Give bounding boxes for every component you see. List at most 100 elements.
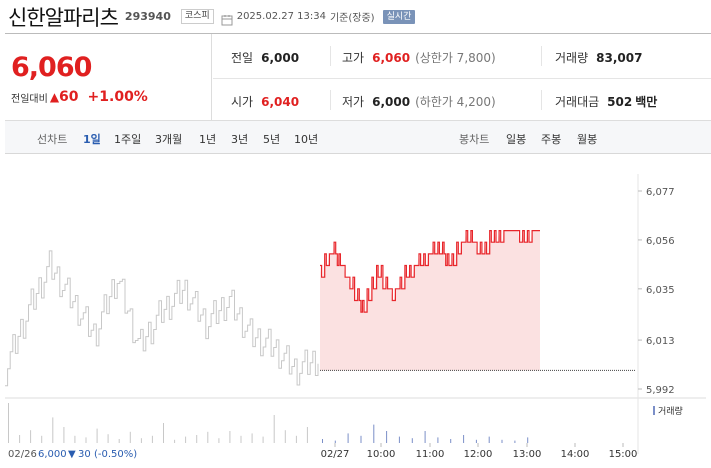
prev-value: 6,000 [38,449,67,460]
divider [330,90,331,110]
volume-bar [107,434,109,443]
stock-code: 293940 [124,10,171,23]
tab-monthly[interactable]: 월봉 [577,131,597,147]
volume-bar [74,435,76,443]
divider [541,90,542,110]
tab-10y[interactable]: 10년 [294,131,318,147]
today-area-fill [320,230,540,371]
quote-header: 신한알파리츠 293940 코스피 2025.02.27 13:34 기준(장중… [0,0,711,33]
current-price-box: 6,060 전일대비 ▲ 60 +1.00% [5,34,212,121]
volume-bar [437,437,439,443]
y-tick-label: 6,056 [646,236,675,247]
y-tick-label: 5,992 [646,385,675,396]
line-chart-label: 선차트 [37,133,68,146]
volume-bar [118,439,120,443]
volume-bar [140,438,142,443]
volume-bar [424,431,426,443]
tab-3y[interactable]: 3년 [231,131,248,147]
x-tick-label: 14:00 [561,449,590,460]
intraday-chart-svg: 6,077 6,056 6,035 6,013 5,992 02/27 10:00 11:0… [5,174,706,460]
volume-bar [85,437,87,443]
quote-basis: 기준(장중) [329,13,375,24]
volume-bar [174,439,176,443]
prev-day-line [5,250,319,387]
down-triangle-icon: ▼ [68,449,76,460]
open-price: 시가 6,040 [231,94,300,110]
prev-day-footer: 02/26 6,000 ▼ 30 (-0.50%) [8,449,137,460]
prev-close: 전일 6,000 [231,50,300,66]
volume-bar [411,438,413,443]
volume-bar [463,435,465,443]
candle-chart-label: 봉차트 [459,133,490,146]
change-percent: +1.00% [87,89,148,105]
volume-bar [207,431,209,443]
x-tick-label: 15:00 [609,449,638,460]
volume-bars [8,403,529,443]
volume-bar [185,436,187,443]
volume-bar [8,403,9,443]
tab-1y[interactable]: 1년 [199,131,216,147]
y-axis-ticks: 6,077 6,056 6,035 6,013 5,992 [638,187,675,396]
volume-bar [334,440,336,443]
volume-bar [41,435,43,443]
x-tick-label: 13:00 [513,449,542,460]
tab-1d[interactable]: 1일 [83,131,101,147]
volume-bar [251,433,253,443]
divider [330,46,331,66]
up-triangle-icon: ▲ [49,90,60,104]
volume-bar [262,436,264,443]
realtime-badge[interactable]: 실시간 [382,9,416,24]
price-summary: 6,060 전일대비 ▲ 60 +1.00% 전일 6,000 고가 6,060… [5,33,711,121]
tab-1w[interactable]: 1주일 [114,131,141,147]
x-axis-ticks: 02/27 10:00 11:00 12:00 13:00 14:00 15:00 [321,443,638,460]
prev-pct: (-0.50%) [94,449,137,460]
price-change: 전일대비 ▲ 60 +1.00% [11,89,148,105]
divider [541,46,542,66]
volume: 거래량 83,007 [555,50,643,66]
change-amount: 60 [59,89,79,105]
x-tick-label: 02/27 [321,449,350,460]
stock-quote-widget: 신한알파리츠 293940 코스피 2025.02.27 13:34 기준(장중… [0,0,711,468]
volume-bar [306,427,308,443]
volume-bar [163,423,164,443]
high-price: 고가 6,060 (상한가 7,800) [342,50,496,66]
volume-bar [450,439,452,443]
tab-weekly[interactable]: 주봉 [541,131,561,147]
tab-3m[interactable]: 3개월 [155,131,182,147]
volume-legend-swatch [653,406,655,415]
market-badge: 코스피 [180,9,214,24]
current-price: 6,060 [11,52,92,83]
prev-change: 30 [78,449,91,460]
volume-bar [488,436,490,443]
volume-bar [30,430,32,443]
volume-bar [240,435,242,443]
intraday-chart[interactable]: 6,077 6,056 6,035 6,013 5,992 02/27 10:00 11:0… [0,154,711,468]
low-price: 저가 6,000 (하한가 4,200) [342,94,496,110]
tab-daily[interactable]: 일봉 [506,131,526,147]
volume-bar [273,415,275,443]
volume-bar [475,439,477,443]
x-tick-label: 10:00 [367,449,396,460]
volume-bar [52,417,54,443]
volume-bar [347,433,349,443]
volume-bar [386,431,388,443]
tab-5y[interactable]: 5년 [263,131,280,147]
stock-name[interactable]: 신한알파리츠 [8,2,119,32]
volume-bar [501,439,503,443]
volume-bar [19,435,21,443]
change-label: 전일대비 [11,93,48,105]
volume-bar [229,431,231,443]
y-tick-label: 6,077 [646,187,675,198]
today-series [320,230,636,371]
volume-bar [322,439,323,443]
x-tick-label: 11:00 [416,449,445,460]
y-tick-label: 6,035 [646,285,675,296]
divider [213,78,711,79]
x-tick-label: 12:00 [464,449,493,460]
volume-bar [295,435,297,443]
quote-datetime: 2025.02.27 13:34 [236,11,326,22]
volume-bar [196,435,198,443]
volume-bar [398,436,400,443]
volume-bar [151,435,153,443]
chart-period-tabs: 선차트 1일 1주일 3개월 1년 3년 5년 10년 봉차트 일봉 주봉 월봉 [5,121,711,154]
